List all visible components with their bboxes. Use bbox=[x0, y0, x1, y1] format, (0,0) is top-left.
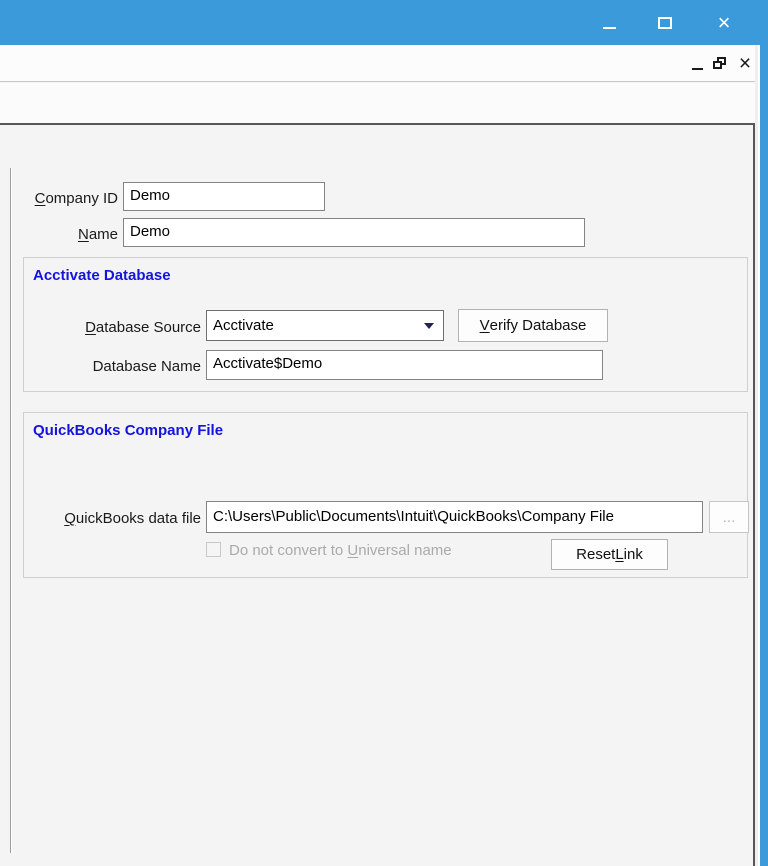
database-source-label: Database Source bbox=[85, 319, 201, 336]
company-id-input[interactable]: Demo bbox=[123, 182, 325, 211]
minimize-icon bbox=[691, 68, 703, 70]
main-maximize-button[interactable] bbox=[645, 0, 685, 45]
panel-top-border bbox=[0, 123, 755, 125]
mdi-titlebar: × bbox=[0, 45, 757, 82]
verify-database-button[interactable]: Verify Database bbox=[458, 309, 608, 342]
quickbooks-data-file-label: QuickBooks data file bbox=[64, 510, 201, 527]
quickbooks-data-file-input[interactable]: C:\Users\Public\Documents\Intuit\QuickBo… bbox=[206, 501, 703, 533]
main-titlebar: × bbox=[0, 0, 768, 45]
acctivate-database-group-title: Acctivate Database bbox=[33, 267, 171, 284]
close-icon: × bbox=[738, 51, 752, 75]
company-name-label: Name bbox=[77, 226, 118, 243]
database-source-value: Acctivate bbox=[213, 317, 274, 334]
main-close-button[interactable]: × bbox=[704, 0, 744, 45]
database-source-select[interactable]: Acctivate bbox=[206, 310, 444, 341]
chevron-down-icon bbox=[424, 322, 434, 329]
app-window: × × Company ID Demo Name Demo Acctivate … bbox=[0, 0, 768, 866]
universal-name-checkbox[interactable] bbox=[206, 542, 221, 557]
window-right-border bbox=[760, 45, 768, 866]
acctivate-database-group: Acctivate Database Database Source Accti… bbox=[23, 257, 748, 392]
browse-button[interactable]: ... bbox=[709, 501, 749, 533]
close-icon: × bbox=[717, 9, 731, 35]
company-name-input[interactable]: Demo bbox=[123, 218, 585, 247]
mdi-restore-button[interactable] bbox=[709, 45, 731, 81]
maximize-icon bbox=[658, 16, 672, 29]
universal-name-checkbox-label: Do not convert to Universal name bbox=[229, 542, 452, 559]
quickbooks-group: QuickBooks Company File QuickBooks data … bbox=[23, 412, 749, 578]
mdi-close-button[interactable]: × bbox=[734, 45, 756, 81]
reset-link-button[interactable]: Reset Link bbox=[551, 539, 668, 570]
main-minimize-button[interactable] bbox=[589, 0, 629, 45]
company-id-label: Company ID bbox=[34, 190, 118, 207]
database-name-label: Database Name bbox=[92, 358, 201, 375]
minimize-icon bbox=[602, 26, 616, 29]
database-name-input[interactable]: Acctivate$Demo bbox=[206, 350, 603, 380]
quickbooks-group-title: QuickBooks Company File bbox=[33, 422, 224, 439]
form-frame-left-border bbox=[10, 168, 12, 853]
restore-icon bbox=[713, 56, 727, 70]
mdi-minimize-button[interactable] bbox=[686, 45, 708, 81]
toolbar-strip bbox=[0, 83, 757, 123]
